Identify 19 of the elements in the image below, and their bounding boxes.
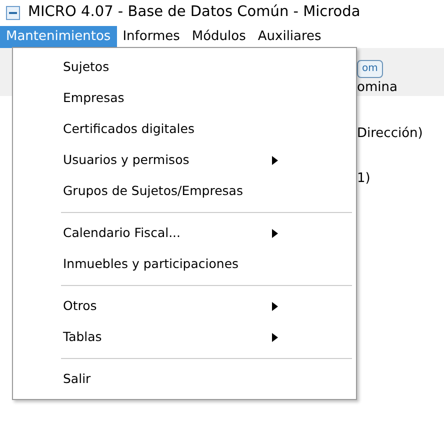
menu-item[interactable]: Auxiliares (252, 26, 328, 48)
dropdown-item[interactable]: Otros (15, 291, 354, 322)
menu-item[interactable]: Módulos (186, 26, 252, 48)
dropdown-item[interactable]: Empresas (15, 83, 354, 114)
dropdown-item[interactable]: Usuarios y permisos (15, 145, 354, 176)
app-icon (6, 6, 20, 20)
dropdown-item[interactable]: Sujetos (15, 52, 354, 83)
dropdown-item[interactable]: Grupos de Sujetos/Empresas (15, 176, 354, 207)
menu-item[interactable]: Informes (116, 26, 186, 48)
dropdown-item[interactable]: Certificados digitales (15, 114, 354, 145)
window-title: MICRO 4.07 - Base de Datos Común - Microda (28, 3, 360, 22)
content-text: 1) (357, 170, 370, 188)
dropdown-item[interactable]: Calendario Fiscal... (15, 218, 354, 249)
dropdown-item[interactable]: Salir (15, 364, 354, 395)
content-text: Dirección) (357, 125, 423, 143)
toolbar-label: omina (357, 79, 398, 97)
dropdown-item[interactable]: Tablas (15, 322, 354, 353)
dropdown-item[interactable]: Inmuebles y participaciones (15, 249, 354, 280)
toolbar-button[interactable]: om (357, 60, 383, 78)
